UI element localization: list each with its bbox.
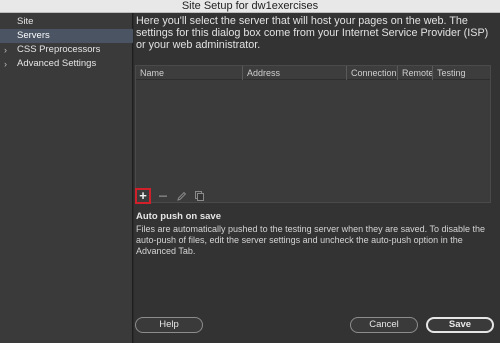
window-title: Site Setup for dw1exercises — [181, 0, 319, 12]
table-header: Name Address Connection Remote Testing — [136, 66, 490, 80]
add-server-button[interactable]: + — [135, 188, 151, 204]
column-header-connection[interactable]: Connection — [346, 66, 397, 80]
chevron-right-icon[interactable]: › — [4, 57, 7, 71]
sidebar-item-servers[interactable]: Servers — [0, 29, 133, 43]
edit-server-button[interactable] — [173, 188, 189, 204]
sidebar-item-label: Site — [17, 16, 34, 27]
pencil-icon — [176, 191, 186, 201]
column-header-name[interactable]: Name — [136, 66, 242, 80]
column-header-remote[interactable]: Remote — [397, 66, 434, 80]
servers-panel: Here you'll select the server that will … — [134, 13, 500, 343]
plus-icon: + — [139, 188, 147, 203]
duplicate-icon — [194, 191, 204, 201]
minus-icon — [159, 195, 167, 197]
sidebar-item-label: Advanced Settings — [17, 58, 97, 69]
sidebar-item-site[interactable]: Site — [0, 15, 133, 29]
chevron-right-icon[interactable]: › — [4, 43, 7, 57]
title-bar: Site Setup for dw1exercises — [0, 0, 500, 13]
sidebar-item-label: Servers — [17, 30, 50, 41]
cancel-button[interactable]: Cancel — [350, 317, 418, 333]
sidebar-item-advanced-settings[interactable]: › Advanced Settings — [0, 57, 133, 71]
server-toolbar: + — [134, 187, 494, 205]
save-button[interactable]: Save — [426, 317, 494, 333]
intro-text: Here you'll select the server that will … — [136, 15, 489, 51]
auto-push-description: Files are automatically pushed to the te… — [136, 224, 486, 256]
column-header-testing[interactable]: Testing — [432, 66, 492, 80]
category-sidebar: Site Servers › CSS Preprocessors › Advan… — [0, 13, 133, 343]
servers-table[interactable]: Name Address Connection Remote Testing — [135, 65, 491, 203]
remove-server-button[interactable] — [155, 188, 171, 204]
sidebar-item-label: CSS Preprocessors — [17, 44, 101, 55]
column-header-address[interactable]: Address — [242, 66, 346, 80]
auto-push-title: Auto push on save — [136, 211, 221, 222]
help-button[interactable]: Help — [135, 317, 203, 333]
sidebar-item-css-preprocessors[interactable]: › CSS Preprocessors — [0, 43, 133, 57]
duplicate-server-button[interactable] — [191, 188, 207, 204]
